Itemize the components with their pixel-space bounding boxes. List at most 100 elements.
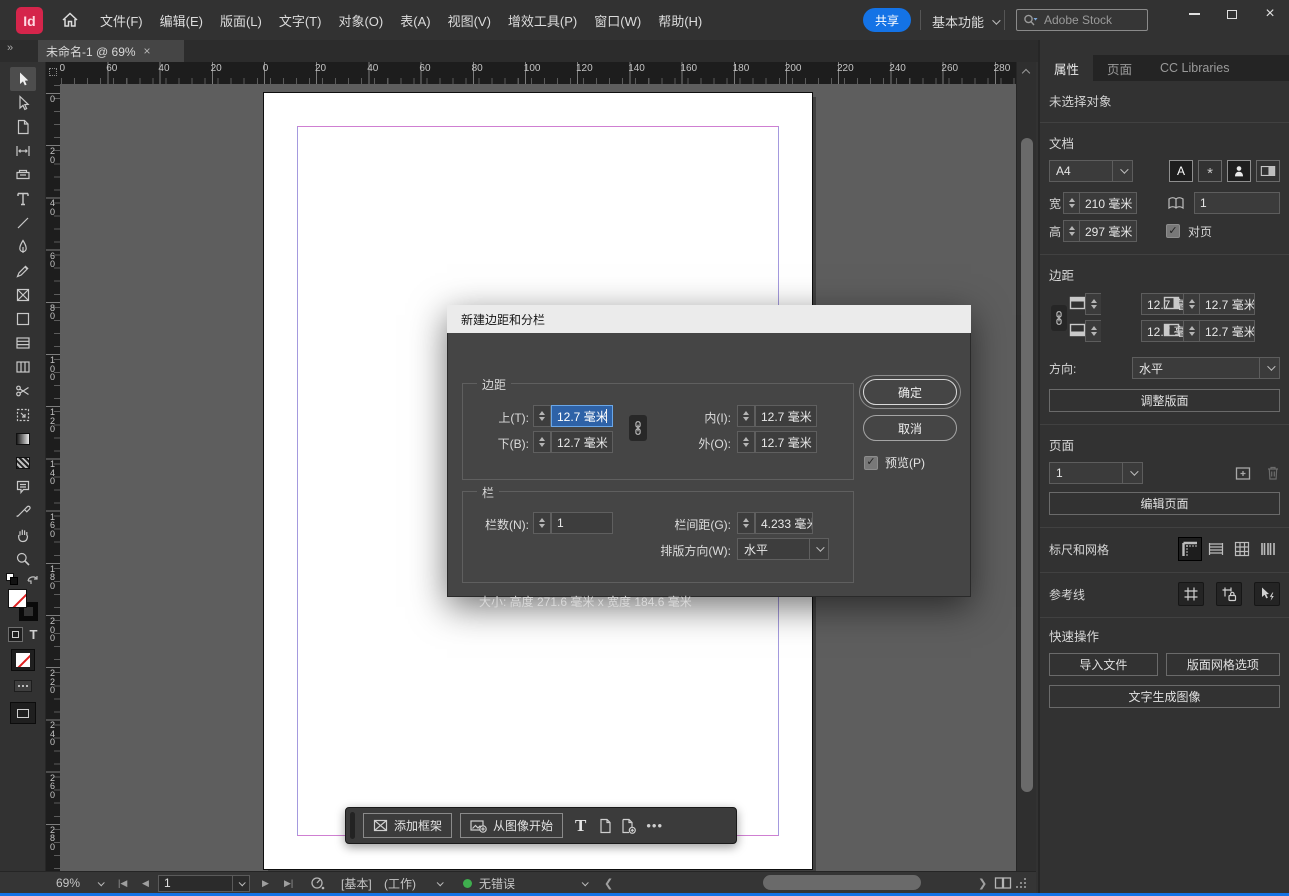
top-margin-stepper[interactable] bbox=[533, 405, 551, 427]
minimize-button[interactable] bbox=[1175, 0, 1213, 28]
lock-guides-icon[interactable] bbox=[1216, 582, 1242, 606]
start-from-image-button[interactable]: 从图像开始 bbox=[460, 813, 563, 838]
orientation-portrait-icon[interactable] bbox=[1227, 160, 1251, 182]
margin-bottom-stepper[interactable] bbox=[1085, 320, 1101, 342]
fill-swatch-none[interactable] bbox=[8, 589, 27, 608]
workspace-label[interactable]: (工作) bbox=[384, 872, 416, 894]
menu-item[interactable]: 表(A) bbox=[400, 11, 430, 30]
inside-margin-stepper[interactable] bbox=[737, 405, 755, 427]
pen-tool[interactable] bbox=[10, 235, 36, 259]
writing-direction-select[interactable]: 水平 bbox=[737, 538, 829, 560]
default-fill-stroke-icon[interactable] bbox=[6, 573, 18, 585]
adjust-layout-button[interactable]: 调整版面 bbox=[1049, 389, 1280, 412]
bottom-margin-field[interactable]: 12.7 毫米 bbox=[551, 431, 613, 453]
more-options-icon[interactable]: ••• bbox=[644, 818, 663, 833]
ruler-origin-corner[interactable] bbox=[46, 62, 60, 84]
add-page-icon[interactable] bbox=[1235, 466, 1252, 481]
horizontal-ruler[interactable]: 8060402002040608010012014016018020022024… bbox=[60, 62, 1016, 84]
layout-grid-icon[interactable] bbox=[1256, 537, 1280, 561]
eyedropper-tool[interactable] bbox=[10, 499, 36, 523]
taskbar-drag-handle[interactable] bbox=[350, 812, 355, 839]
formatting-affects-text-icon[interactable]: T bbox=[30, 627, 38, 642]
layout-grid-options-button[interactable]: 版面网格选项 bbox=[1166, 653, 1280, 676]
toolbar-expand-icon[interactable]: » bbox=[7, 42, 12, 54]
text-to-image-button[interactable]: 文字生成图像 bbox=[1049, 685, 1280, 708]
apply-none-button[interactable] bbox=[11, 649, 35, 671]
selection-tool[interactable] bbox=[10, 67, 36, 91]
free-transform-tool[interactable] bbox=[10, 403, 36, 427]
height-field[interactable]: 297 毫米 bbox=[1079, 220, 1137, 242]
gradient-swatch-tool[interactable] bbox=[10, 427, 36, 451]
page-tool[interactable] bbox=[10, 115, 36, 139]
pencil-tool[interactable] bbox=[10, 259, 36, 283]
menu-item[interactable]: 编辑(E) bbox=[160, 11, 203, 30]
column-count-field[interactable]: 1 bbox=[551, 512, 613, 534]
cancel-button[interactable]: 取消 bbox=[863, 415, 957, 441]
formatting-affects-container-icon[interactable] bbox=[8, 627, 23, 642]
vertical-grid-tool[interactable] bbox=[10, 355, 36, 379]
last-page-button[interactable]: ▶| bbox=[284, 872, 293, 894]
menu-item[interactable]: 对象(O) bbox=[338, 11, 383, 30]
adobe-stock-search-input[interactable]: Adobe Stock bbox=[1016, 9, 1148, 31]
no-errors-indicator[interactable]: 无错误 bbox=[463, 872, 515, 894]
column-count-stepper[interactable] bbox=[533, 512, 551, 534]
note-tool[interactable] bbox=[10, 475, 36, 499]
next-page-button[interactable]: ▶ bbox=[262, 872, 269, 894]
vertical-scrollbar[interactable] bbox=[1016, 62, 1036, 871]
tab-cc-libraries[interactable]: CC Libraries bbox=[1146, 55, 1243, 81]
page-size-a-icon[interactable]: A bbox=[1169, 160, 1193, 182]
outside-margin-stepper[interactable] bbox=[737, 431, 755, 453]
delete-page-icon[interactable] bbox=[1266, 465, 1280, 481]
num-pages-field[interactable]: 1 bbox=[1194, 192, 1280, 214]
height-stepper[interactable] bbox=[1063, 220, 1079, 242]
scroll-right-icon[interactable]: ❯ bbox=[978, 872, 987, 894]
import-file-button[interactable]: 导入文件 bbox=[1049, 653, 1158, 676]
menu-item[interactable]: 视图(V) bbox=[448, 11, 491, 30]
outside-margin-field[interactable]: 12.7 毫米 bbox=[755, 431, 817, 453]
document-grid-icon[interactable] bbox=[1230, 537, 1254, 561]
vertical-ruler[interactable]: 02 04 06 08 01 0 01 2 01 4 01 6 01 8 02 … bbox=[46, 84, 60, 871]
inside-margin-field[interactable]: 12.7 毫米 bbox=[755, 405, 817, 427]
menu-item[interactable]: 窗口(W) bbox=[594, 11, 641, 30]
tab-properties[interactable]: 属性 bbox=[1040, 55, 1093, 81]
preset-dropdown-icon[interactable] bbox=[437, 872, 442, 894]
hand-tool[interactable] bbox=[10, 523, 36, 547]
width-stepper[interactable] bbox=[1063, 192, 1079, 214]
margin-outside-stepper[interactable] bbox=[1183, 320, 1199, 342]
horizontal-grid-tool[interactable] bbox=[10, 331, 36, 355]
gutter-stepper[interactable] bbox=[737, 512, 755, 534]
baseline-grid-icon[interactable] bbox=[1204, 537, 1228, 561]
errors-dropdown-icon[interactable] bbox=[582, 872, 587, 894]
top-margin-field[interactable]: 12.7 毫米 bbox=[551, 405, 613, 427]
tab-pages[interactable]: 页面 bbox=[1093, 55, 1146, 81]
zoom-tool[interactable] bbox=[10, 547, 36, 571]
facing-pages-checkbox[interactable]: ✓ bbox=[1166, 224, 1180, 238]
workspace-switcher[interactable]: 基本功能 bbox=[932, 12, 998, 31]
width-field[interactable]: 210 毫米 bbox=[1079, 192, 1137, 214]
show-rulers-icon[interactable] bbox=[1178, 537, 1202, 561]
rectangle-tool[interactable] bbox=[10, 307, 36, 331]
preflight-icon[interactable] bbox=[310, 872, 326, 894]
resize-grip[interactable] bbox=[1016, 872, 1026, 894]
page-size-select[interactable]: A4 bbox=[1049, 160, 1133, 182]
first-page-button[interactable]: |◀ bbox=[118, 872, 127, 894]
page-size-custom-icon[interactable]: * bbox=[1198, 160, 1222, 182]
home-icon[interactable] bbox=[61, 11, 79, 29]
edit-pages-button[interactable]: 编辑页面 bbox=[1049, 492, 1280, 515]
horizontal-scrollbar-thumb[interactable] bbox=[763, 875, 921, 890]
page-icon[interactable] bbox=[598, 818, 612, 834]
preset-label[interactable]: [基本] bbox=[341, 872, 372, 894]
zoom-level[interactable]: 69% bbox=[56, 872, 80, 894]
menu-item[interactable]: 文字(T) bbox=[279, 11, 322, 30]
document-tab[interactable]: 未命名-1 @ 69% × bbox=[38, 40, 184, 62]
swap-fill-stroke-icon[interactable] bbox=[26, 573, 39, 585]
share-button[interactable]: 共享 bbox=[863, 8, 911, 32]
type-tool-button[interactable]: T bbox=[571, 816, 590, 836]
screen-mode-button[interactable] bbox=[10, 702, 36, 724]
scissors-tool[interactable] bbox=[10, 379, 36, 403]
maximize-button[interactable] bbox=[1213, 0, 1251, 28]
previous-page-button[interactable]: ◀ bbox=[142, 872, 149, 894]
current-page-select[interactable]: 1 bbox=[1049, 462, 1143, 484]
gap-tool[interactable] bbox=[10, 139, 36, 163]
margin-outside-field[interactable]: 12.7 毫米 bbox=[1199, 320, 1255, 342]
